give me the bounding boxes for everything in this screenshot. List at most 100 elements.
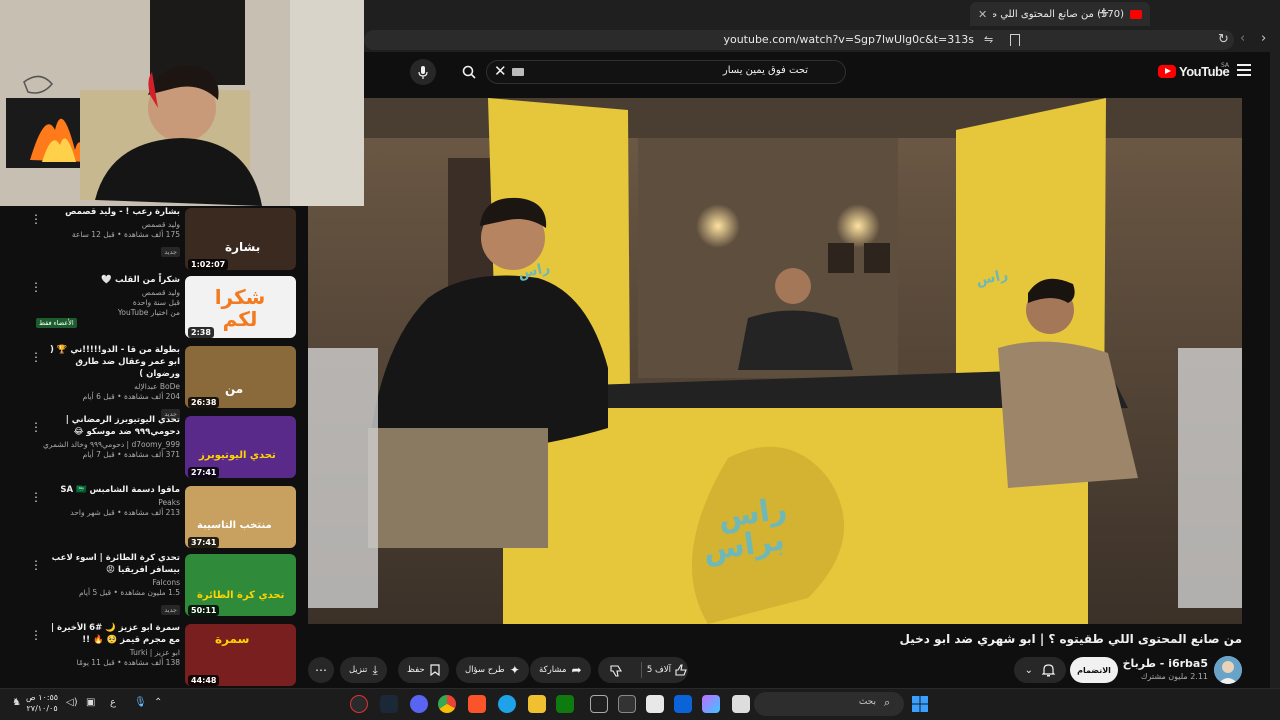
discord-icon[interactable] xyxy=(410,695,428,713)
youtube-logo[interactable]: YouTube xyxy=(1158,64,1230,79)
volume-icon[interactable]: ◁) xyxy=(66,697,78,708)
taskbar-search-placeholder: بحث xyxy=(858,697,876,707)
share-button[interactable]: مشاركة ➦ xyxy=(530,657,591,683)
members-only-badge: الأعضاء فقط xyxy=(36,318,77,328)
thumbs-down-icon xyxy=(610,664,623,677)
more-options-icon[interactable]: ⋮ xyxy=(30,628,42,642)
channel-avatar[interactable] xyxy=(1214,656,1242,684)
bookmark-icon[interactable] xyxy=(1010,34,1020,46)
recommendation-item[interactable]: تحدي كرة الطائرة 50:11 تحدي كرة الطائرة … xyxy=(0,552,300,620)
voice-search-button[interactable] xyxy=(410,59,436,85)
video-title[interactable]: شكراً من القلب 🤍 xyxy=(40,274,180,286)
save-label: حفظ xyxy=(407,665,425,675)
store-icon[interactable] xyxy=(646,695,664,713)
more-options-icon[interactable]: ⋮ xyxy=(30,420,42,434)
dislike-button[interactable] xyxy=(598,657,636,683)
video-duration: 2:38 xyxy=(188,327,214,338)
forward-icon[interactable]: ‹ xyxy=(1240,31,1245,46)
notifications-button[interactable]: ⌄ xyxy=(1014,657,1066,683)
keyboard-icon[interactable] xyxy=(512,68,524,76)
video-title[interactable]: تحدي كرة الطائرة | اسوء لاعب بيسافر افري… xyxy=(40,552,180,576)
like-button[interactable]: 5 آلاف xyxy=(647,657,688,683)
video-title[interactable]: بشارة رعب ! - وليد قصمص xyxy=(40,206,180,218)
browser-tab[interactable]: (570) من صانع المحتوى اللي ط ✕ xyxy=(970,2,1150,26)
search-button[interactable] xyxy=(456,60,482,84)
video-title[interactable]: ماقوا دسمة الشامبس SA 🇸🇦 xyxy=(40,484,180,496)
channel-name[interactable]: وليد قصمص xyxy=(40,220,180,229)
taskbar-search-icon: ⌕ xyxy=(884,696,891,709)
url-text[interactable]: youtube.com/watch?v=Sgp7lwUlg0c&t=313s xyxy=(723,33,974,46)
channel-name[interactable]: BoDe عبدالإله xyxy=(40,382,180,391)
ask-question-button[interactable]: طرح سؤال ✦ xyxy=(456,657,529,683)
join-button[interactable]: الانضمام xyxy=(1070,657,1118,683)
thumbnail-text: من xyxy=(225,382,244,396)
save-button[interactable]: حفظ xyxy=(398,657,449,683)
more-options-icon[interactable]: ⋮ xyxy=(30,280,42,294)
site-settings-icon[interactable]: ⇋ xyxy=(984,33,993,46)
chevron-down-icon: ⌄ xyxy=(1024,664,1034,676)
more-options-icon[interactable]: ⋮ xyxy=(30,212,42,226)
chrome-icon[interactable] xyxy=(438,695,456,713)
clear-search-icon[interactable]: ✕ xyxy=(494,62,507,80)
recommendation-item[interactable]: منتخب التاسيبة 37:41 ماقوا دسمة الشامبس … xyxy=(0,484,300,552)
xbox-icon[interactable] xyxy=(556,695,574,713)
edge-icon[interactable] xyxy=(498,695,516,713)
tab-close-icon[interactable]: ✕ xyxy=(978,8,987,21)
network-icon[interactable]: ▣ xyxy=(86,697,95,708)
download-icon: ⤓ xyxy=(372,662,378,677)
recommendation-item[interactable]: شكرا لكم 2:38 شكراً من القلب 🤍 وليد قصمص… xyxy=(0,274,300,342)
more-options-icon[interactable]: ⋮ xyxy=(30,350,42,364)
microphone-icon xyxy=(418,65,428,79)
recommendation-item[interactable]: تحدي اليوتيوبرز 27:41 تحدي اليوتيوبرز ال… xyxy=(0,414,300,482)
taskbar-search-box[interactable] xyxy=(754,692,904,716)
notification-icon[interactable]: ♞ xyxy=(12,697,21,708)
channel-name[interactable]: ابو عزيز | Turki xyxy=(40,648,180,657)
video-duration: 27:41 xyxy=(188,467,220,478)
bell-icon xyxy=(1042,664,1056,677)
video-stats: 371 ألف مشاهدة • قبل 7 أيام xyxy=(82,450,180,459)
hamburger-menu-icon[interactable] xyxy=(1237,64,1251,76)
share-label: مشاركة xyxy=(539,665,567,675)
windows-start-icon[interactable] xyxy=(912,696,928,712)
new-tab-button[interactable]: + xyxy=(1098,5,1110,21)
video-title[interactable]: سمرة ابو عزيز 🌙 #6 الأخيرة | مع مجرم قيم… xyxy=(40,622,180,646)
brave-icon[interactable] xyxy=(468,695,486,713)
share-icon: ➦ xyxy=(571,663,582,677)
channel-name[interactable]: Falcons xyxy=(40,578,180,587)
unity-icon[interactable] xyxy=(590,695,608,713)
recommendation-item[interactable]: بشارة 1:02:07 بشارة رعب ! - وليد قصمص ول… xyxy=(0,206,300,274)
input-language-label[interactable]: ع xyxy=(110,697,116,708)
back-icon[interactable]: › xyxy=(1261,31,1266,46)
steam-icon[interactable] xyxy=(380,695,398,713)
video-title[interactable]: بطولة من قا - الدو!!!!!ني 🏆 ( ابو عمر وع… xyxy=(40,344,180,380)
recommendation-item[interactable]: من 26:38 بطولة من قا - الدو!!!!!ني 🏆 ( ا… xyxy=(0,344,300,419)
channel-name[interactable]: وليد قصمص xyxy=(40,288,180,297)
video-title[interactable]: تحدي اليوتيوبرز الرمضاني | دحومي٩٩٩ ضد م… xyxy=(40,414,180,438)
obs-icon[interactable] xyxy=(350,695,368,713)
outlook-icon[interactable] xyxy=(674,695,692,713)
system-clock[interactable]: ١٠:٥٥ ص ٢٧/١٠/٠٥ xyxy=(26,692,58,714)
ctrl-app-icon[interactable] xyxy=(618,695,636,713)
youtube-play-icon xyxy=(1158,65,1176,78)
thumbnail-text: سمرة xyxy=(215,632,250,646)
thumbnail-text: منتخب التاسيبة xyxy=(197,520,272,531)
page-scrollbar[interactable] xyxy=(1270,52,1280,688)
microphone-tray-icon[interactable]: 🎙 xyxy=(134,697,147,708)
channel-name[interactable]: i6rba5 - طرباخ xyxy=(1123,657,1208,670)
video-stats: 1.5 مليون مشاهدة • قبل 5 أيام xyxy=(78,588,180,597)
video-stats: 138 ألف مشاهدة • قبل 11 يومًا xyxy=(76,658,180,667)
more-options-icon[interactable]: ⋮ xyxy=(30,490,42,504)
task-view-icon[interactable] xyxy=(732,695,750,713)
download-button[interactable]: تنزيل ⤓ xyxy=(340,657,387,683)
tray-expand-icon[interactable]: ⌃ xyxy=(154,697,162,708)
recommendation-item[interactable]: سمرة 44:48 سمرة ابو عزيز 🌙 #6 الأخيرة | … xyxy=(0,622,300,688)
reload-icon[interactable]: ↻ xyxy=(1218,32,1229,47)
video-stats: 204 ألف مشاهدة • قبل 6 أيام xyxy=(82,392,180,401)
copilot-icon[interactable] xyxy=(702,695,720,713)
channel-name[interactable]: Peaks xyxy=(40,498,180,507)
more-options-icon[interactable]: ⋮ xyxy=(30,558,42,572)
file-explorer-icon[interactable] xyxy=(528,695,546,713)
channel-name[interactable]: d7oomy_999 | دحومي٩٩٩ وخالد الشمري xyxy=(40,440,180,449)
more-actions-button[interactable]: ⋯ xyxy=(308,657,334,683)
video-player[interactable]: راس براس راس راس xyxy=(308,98,1242,624)
